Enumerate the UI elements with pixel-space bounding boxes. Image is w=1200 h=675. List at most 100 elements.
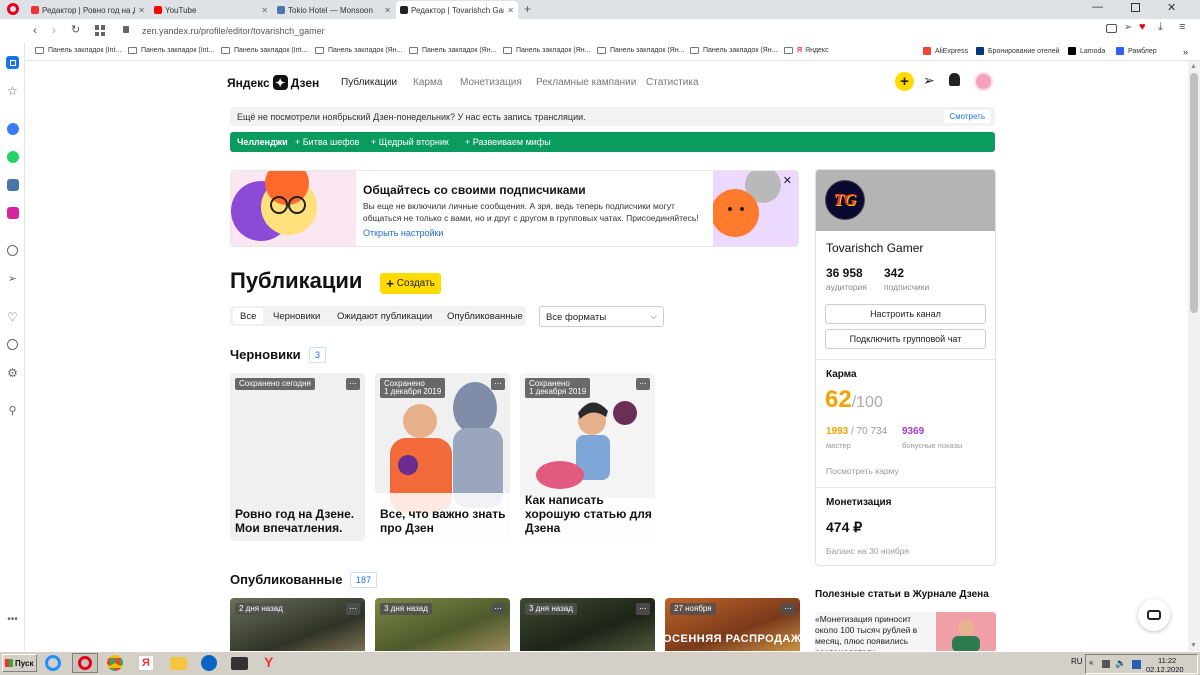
- channel-name[interactable]: Tovarishch Gamer: [826, 241, 923, 255]
- drafts-count[interactable]: 3: [309, 347, 327, 363]
- camera-icon[interactable]: [1106, 24, 1117, 33]
- window-maximize-button[interactable]: [1131, 3, 1140, 12]
- heart-sidebar-icon[interactable]: ♡: [6, 310, 19, 324]
- star-icon[interactable]: ☆: [6, 84, 19, 98]
- history-icon[interactable]: [6, 338, 19, 351]
- bookmark-folder[interactable]: Панель закладок (Int...: [128, 47, 214, 54]
- more-options-icon[interactable]: ...: [346, 602, 360, 615]
- more-options-icon[interactable]: ...: [781, 602, 795, 615]
- nav-statistics[interactable]: Статистика: [646, 77, 699, 88]
- send-icon[interactable]: ➢: [1124, 22, 1132, 33]
- settings-icon[interactable]: ⚙: [6, 366, 19, 380]
- whatsapp-icon[interactable]: [6, 150, 19, 163]
- sidebar-more-icon[interactable]: •••: [6, 613, 19, 626]
- filter-all[interactable]: Все: [233, 308, 264, 324]
- channel-avatar[interactable]: TG: [825, 180, 865, 220]
- draft-card[interactable]: Сохранено 1 декабря 2019 ... Как написать…: [520, 373, 655, 541]
- nav-ad-campaigns[interactable]: Рекламные кампании: [536, 77, 636, 88]
- close-tab-icon[interactable]: ✕: [258, 6, 268, 15]
- clock-date[interactable]: 02.12.2020: [1146, 665, 1184, 674]
- instagram-icon[interactable]: [6, 206, 19, 219]
- draft-card[interactable]: Сохранено 1 декабря 2019 ... Все, что важ…: [375, 373, 510, 541]
- more-options-icon[interactable]: ...: [636, 602, 650, 615]
- more-options-icon[interactable]: ...: [346, 377, 360, 390]
- bookmark-folder[interactable]: Панель закладок (Ян...: [503, 47, 590, 54]
- heart-icon[interactable]: ♥: [1139, 21, 1146, 33]
- create-button[interactable]: + Создать: [380, 273, 441, 294]
- bookmark-folder[interactable]: Панель закладок (Int...: [221, 47, 307, 54]
- challenge-myths[interactable]: + Развеиваем мифы: [465, 137, 551, 147]
- bookmark-folder[interactable]: Панель закладок (Ян...: [315, 47, 402, 54]
- published-card[interactable]: 3 дня назад ...: [520, 598, 655, 651]
- tray-app-icon[interactable]: [1132, 660, 1141, 669]
- more-options-icon[interactable]: ...: [491, 602, 505, 615]
- window-close-button[interactable]: ✕: [1167, 1, 1176, 14]
- ie-taskbar-icon[interactable]: [45, 655, 61, 671]
- zen-logo[interactable]: Яндекс ✦ Дзен: [227, 75, 319, 90]
- format-select[interactable]: Все форматы ⌵: [539, 306, 664, 327]
- messages-icon[interactable]: ➢: [923, 72, 935, 89]
- folder-taskbar-icon[interactable]: [170, 657, 187, 670]
- tab-youtube[interactable]: YouTube ✕: [150, 1, 272, 19]
- close-tab-icon[interactable]: ✕: [135, 6, 145, 15]
- bookmark-aliexpress[interactable]: AliExpress: [923, 47, 968, 55]
- menu-icon[interactable]: ≡: [1179, 21, 1185, 33]
- bookmark-booking[interactable]: Бронирование отелей: [976, 47, 1060, 55]
- challenge-chefs[interactable]: + Битва шефов: [295, 137, 359, 147]
- chat-support-icon[interactable]: [1138, 599, 1170, 631]
- notice-watch-button[interactable]: Смотреть: [944, 110, 990, 123]
- download-icon[interactable]: ⤓: [1158, 21, 1163, 34]
- tab-editor-year[interactable]: Редактор | Ровно год на Дзене ✕: [27, 1, 149, 19]
- challenge-generous-tuesday[interactable]: + Щедрый вторник: [371, 137, 449, 147]
- promo-open-settings-link[interactable]: Открыть настройки: [363, 228, 443, 238]
- yandex-taskbar-icon[interactable]: Y: [264, 654, 273, 670]
- published-count[interactable]: 187: [350, 572, 378, 588]
- send-sidebar-icon[interactable]: ➢: [6, 272, 19, 285]
- window-minimize-button[interactable]: —: [1092, 1, 1103, 13]
- nav-monetization[interactable]: Монетизация: [460, 77, 522, 88]
- scroll-up-arrow[interactable]: ▲: [1190, 63, 1197, 70]
- more-options-icon[interactable]: ...: [636, 377, 650, 390]
- bookmark-rambler[interactable]: Рамблер: [1116, 47, 1157, 55]
- player-icon[interactable]: [6, 244, 19, 257]
- tray-arrow-icon[interactable]: «: [1089, 658, 1093, 667]
- tab-editor-active[interactable]: Редактор | Tovarishch Gamer ✕: [396, 1, 518, 19]
- bookmark-folder[interactable]: Панель закладок (Int...: [35, 47, 121, 54]
- bookmark-folder[interactable]: Панель закладок (Ян...: [690, 47, 777, 54]
- home-icon[interactable]: [6, 56, 19, 69]
- yandex-browser-taskbar-icon[interactable]: Я: [138, 655, 154, 671]
- network-icon[interactable]: [1102, 660, 1110, 668]
- mail-taskbar-icon[interactable]: [201, 655, 217, 671]
- clock-time[interactable]: 11:22: [1158, 656, 1176, 665]
- group-chat-button[interactable]: Подключить групповой чат: [825, 329, 986, 349]
- bookmarks-more-icon[interactable]: »: [1183, 47, 1188, 57]
- page-scrollbar[interactable]: ▲ ▼: [1188, 61, 1200, 651]
- nav-karma[interactable]: Карма: [413, 77, 442, 88]
- filter-published[interactable]: Опубликованные: [447, 311, 523, 322]
- location-icon[interactable]: ⚲: [6, 404, 19, 417]
- vk-icon[interactable]: [6, 178, 19, 191]
- media-taskbar-icon[interactable]: [231, 657, 248, 670]
- published-card[interactable]: 3 дня назад ...: [375, 598, 510, 651]
- filter-drafts[interactable]: Черновики: [273, 311, 320, 322]
- close-tab-icon[interactable]: ✕: [504, 6, 514, 15]
- close-tab-icon[interactable]: ✕: [381, 6, 391, 15]
- filter-pending[interactable]: Ожидают публикации: [337, 311, 432, 322]
- promo-close-icon[interactable]: ✕: [783, 174, 792, 187]
- scroll-thumb[interactable]: [1190, 73, 1198, 313]
- more-options-icon[interactable]: ...: [491, 377, 505, 390]
- bookmark-folder[interactable]: Панель закладок (Ян...: [409, 47, 496, 54]
- forward-icon[interactable]: ›: [52, 23, 56, 37]
- bookmark-folder[interactable]: Панель закладок (Ян...: [597, 47, 684, 54]
- back-icon[interactable]: ‹: [33, 23, 37, 37]
- scroll-down-arrow[interactable]: ▼: [1190, 642, 1197, 649]
- reload-icon[interactable]: ↻: [71, 23, 80, 36]
- view-karma-link[interactable]: Посмотреть карму: [826, 466, 899, 476]
- opera-taskbar-icon[interactable]: [72, 653, 98, 673]
- language-indicator[interactable]: RU: [1071, 657, 1083, 666]
- start-button[interactable]: Пуск: [2, 654, 37, 672]
- setup-channel-button[interactable]: Настроить канал: [825, 304, 986, 324]
- journal-article[interactable]: «Монетизация приносит около 100 тысяч ру…: [815, 612, 996, 651]
- bookmark-lamoda[interactable]: Lamoda: [1068, 47, 1105, 55]
- tab-tokio-hotel[interactable]: Tokio Hotel — Monsoon ✕: [273, 1, 395, 19]
